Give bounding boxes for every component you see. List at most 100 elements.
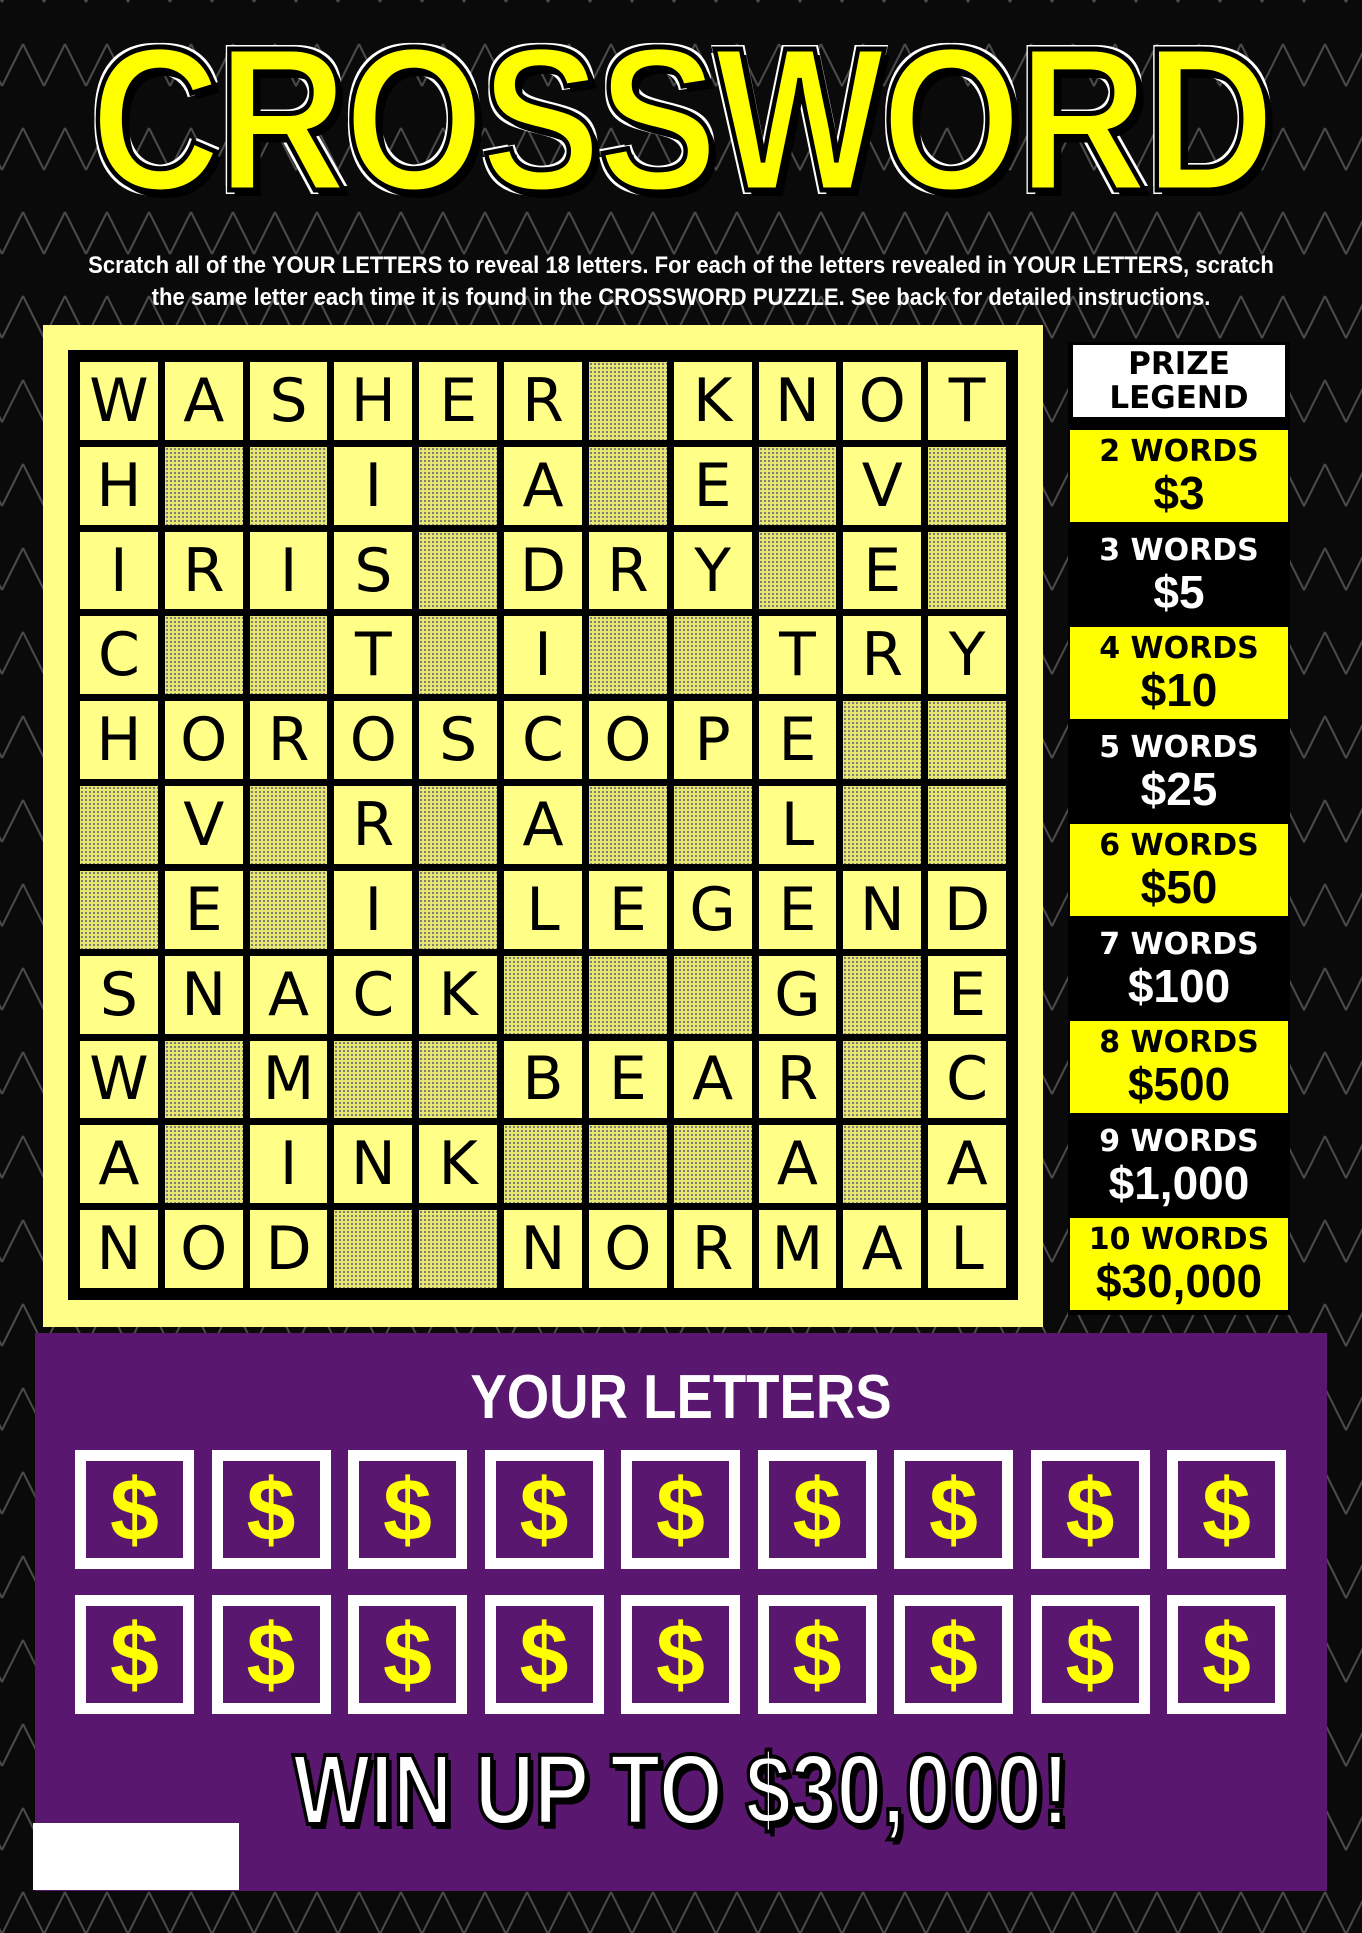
- grid-cell-letter[interactable]: E: [756, 868, 839, 951]
- grid-cell-letter[interactable]: K: [417, 1123, 500, 1206]
- grid-cell-letter[interactable]: R: [756, 1038, 839, 1121]
- your-letter-scratch-spot[interactable]: $: [1030, 1450, 1150, 1569]
- grid-cell-letter[interactable]: A: [502, 784, 584, 866]
- your-letter-scratch-spot[interactable]: $: [757, 1595, 877, 1714]
- prize-words: 4 WORDS: [1099, 631, 1259, 666]
- grid-cell-letter[interactable]: V: [841, 444, 924, 527]
- grid-cell-letter[interactable]: C: [926, 1038, 1008, 1121]
- your-letter-scratch-spot[interactable]: $: [1030, 1595, 1150, 1714]
- grid-cell-letter[interactable]: V: [162, 784, 245, 866]
- your-letter-scratch-spot[interactable]: $: [348, 1450, 467, 1569]
- grid-cell-letter[interactable]: L: [926, 1208, 1008, 1290]
- grid-cell-letter[interactable]: T: [926, 360, 1008, 442]
- grid-cell-letter[interactable]: O: [332, 699, 415, 782]
- grid-cell-letter[interactable]: N: [841, 868, 924, 951]
- grid-cell-letter[interactable]: R: [332, 784, 415, 866]
- grid-cell-letter[interactable]: A: [756, 1123, 839, 1206]
- grid-cell-letter[interactable]: L: [502, 868, 584, 951]
- grid-cell-letter[interactable]: C: [332, 953, 415, 1036]
- grid-cell-letter[interactable]: I: [247, 529, 330, 612]
- grid-cell-letter[interactable]: T: [332, 614, 415, 697]
- grid-cell-letter[interactable]: E: [162, 868, 245, 951]
- grid-cell-letter[interactable]: E: [417, 360, 500, 442]
- your-letter-scratch-spot[interactable]: $: [621, 1450, 740, 1569]
- grid-cell-letter[interactable]: C: [502, 699, 584, 782]
- your-letter-scratch-spot[interactable]: $: [75, 1595, 194, 1714]
- grid-cell-letter[interactable]: N: [78, 1208, 160, 1290]
- grid-cell-letter[interactable]: O: [586, 699, 669, 782]
- grid-cell-letter[interactable]: D: [247, 1208, 330, 1290]
- your-letter-scratch-spot[interactable]: $: [1167, 1450, 1286, 1569]
- grid-cell-letter[interactable]: O: [841, 360, 924, 442]
- grid-cell-letter[interactable]: I: [247, 1123, 330, 1206]
- grid-cell-letter[interactable]: R: [671, 1208, 754, 1290]
- grid-cell-letter[interactable]: R: [586, 529, 669, 612]
- your-letter-scratch-spot[interactable]: $: [211, 1450, 331, 1569]
- grid-cell-letter[interactable]: A: [78, 1123, 160, 1206]
- grid-cell-letter[interactable]: H: [78, 444, 160, 527]
- grid-cell-letter[interactable]: S: [332, 529, 415, 612]
- grid-cell-letter[interactable]: E: [586, 1038, 669, 1121]
- grid-cell-letter[interactable]: A: [162, 360, 245, 442]
- grid-cell-letter[interactable]: L: [756, 784, 839, 866]
- grid-cell-letter[interactable]: H: [332, 360, 415, 442]
- grid-cell-letter[interactable]: N: [162, 953, 245, 1036]
- grid-cell-letter[interactable]: I: [332, 444, 415, 527]
- grid-cell-letter[interactable]: M: [756, 1208, 839, 1290]
- grid-cell-letter[interactable]: G: [756, 953, 839, 1036]
- grid-cell-letter[interactable]: N: [502, 1208, 584, 1290]
- grid-cell-letter[interactable]: W: [78, 360, 160, 442]
- grid-cell-letter[interactable]: N: [756, 360, 839, 442]
- your-letter-scratch-spot[interactable]: $: [484, 1450, 604, 1569]
- grid-cell-letter[interactable]: K: [671, 360, 754, 442]
- your-letter-scratch-spot[interactable]: $: [621, 1595, 740, 1714]
- grid-cell-letter[interactable]: D: [926, 868, 1008, 951]
- grid-cell-letter[interactable]: M: [247, 1038, 330, 1121]
- grid-cell-letter[interactable]: S: [417, 699, 500, 782]
- grid-cell-letter[interactable]: R: [162, 529, 245, 612]
- grid-cell-blank: [671, 1123, 754, 1206]
- grid-cell-letter[interactable]: I: [78, 529, 160, 612]
- your-letter-scratch-spot[interactable]: $: [894, 1595, 1013, 1714]
- grid-cell-letter[interactable]: H: [78, 699, 160, 782]
- grid-cell-letter[interactable]: E: [671, 444, 754, 527]
- your-letter-scratch-spot[interactable]: $: [348, 1595, 467, 1714]
- grid-cell-letter[interactable]: R: [841, 614, 924, 697]
- grid-cell-letter[interactable]: C: [78, 614, 160, 697]
- grid-cell-letter[interactable]: S: [78, 953, 160, 1036]
- grid-cell-letter[interactable]: I: [332, 868, 415, 951]
- grid-cell-letter[interactable]: G: [671, 868, 754, 951]
- grid-cell-letter[interactable]: E: [841, 529, 924, 612]
- grid-cell-letter[interactable]: O: [162, 1208, 245, 1290]
- grid-cell-letter[interactable]: I: [502, 614, 584, 697]
- grid-cell-letter[interactable]: E: [756, 699, 839, 782]
- grid-cell-letter[interactable]: D: [502, 529, 584, 612]
- grid-cell-letter[interactable]: A: [671, 1038, 754, 1121]
- your-letter-scratch-spot[interactable]: $: [211, 1595, 331, 1714]
- grid-cell-letter[interactable]: R: [502, 360, 584, 442]
- grid-cell-letter[interactable]: Y: [671, 529, 754, 612]
- game-title: CROSSWORD: [88, 3, 1277, 237]
- your-letter-scratch-spot[interactable]: $: [484, 1595, 604, 1714]
- grid-cell-letter[interactable]: Y: [926, 614, 1008, 697]
- grid-cell-letter[interactable]: T: [756, 614, 839, 697]
- grid-cell-letter[interactable]: N: [332, 1123, 415, 1206]
- grid-cell-letter[interactable]: A: [926, 1123, 1008, 1206]
- grid-cell-letter[interactable]: K: [417, 953, 500, 1036]
- grid-cell-letter[interactable]: A: [247, 953, 330, 1036]
- grid-cell-letter[interactable]: O: [162, 699, 245, 782]
- your-letter-scratch-spot[interactable]: $: [894, 1450, 1013, 1569]
- grid-cell-letter[interactable]: A: [502, 444, 584, 527]
- your-letter-scratch-spot[interactable]: $: [75, 1450, 194, 1569]
- your-letter-scratch-spot[interactable]: $: [1167, 1595, 1286, 1714]
- grid-cell-letter[interactable]: A: [841, 1208, 924, 1290]
- grid-cell-letter[interactable]: R: [247, 699, 330, 782]
- grid-cell-letter[interactable]: B: [502, 1038, 584, 1121]
- grid-cell-letter[interactable]: W: [78, 1038, 160, 1121]
- grid-cell-letter[interactable]: E: [926, 953, 1008, 1036]
- grid-cell-letter[interactable]: E: [586, 868, 669, 951]
- your-letter-scratch-spot[interactable]: $: [757, 1450, 877, 1569]
- grid-cell-letter[interactable]: S: [247, 360, 330, 442]
- grid-cell-letter[interactable]: O: [586, 1208, 669, 1290]
- grid-cell-letter[interactable]: P: [671, 699, 754, 782]
